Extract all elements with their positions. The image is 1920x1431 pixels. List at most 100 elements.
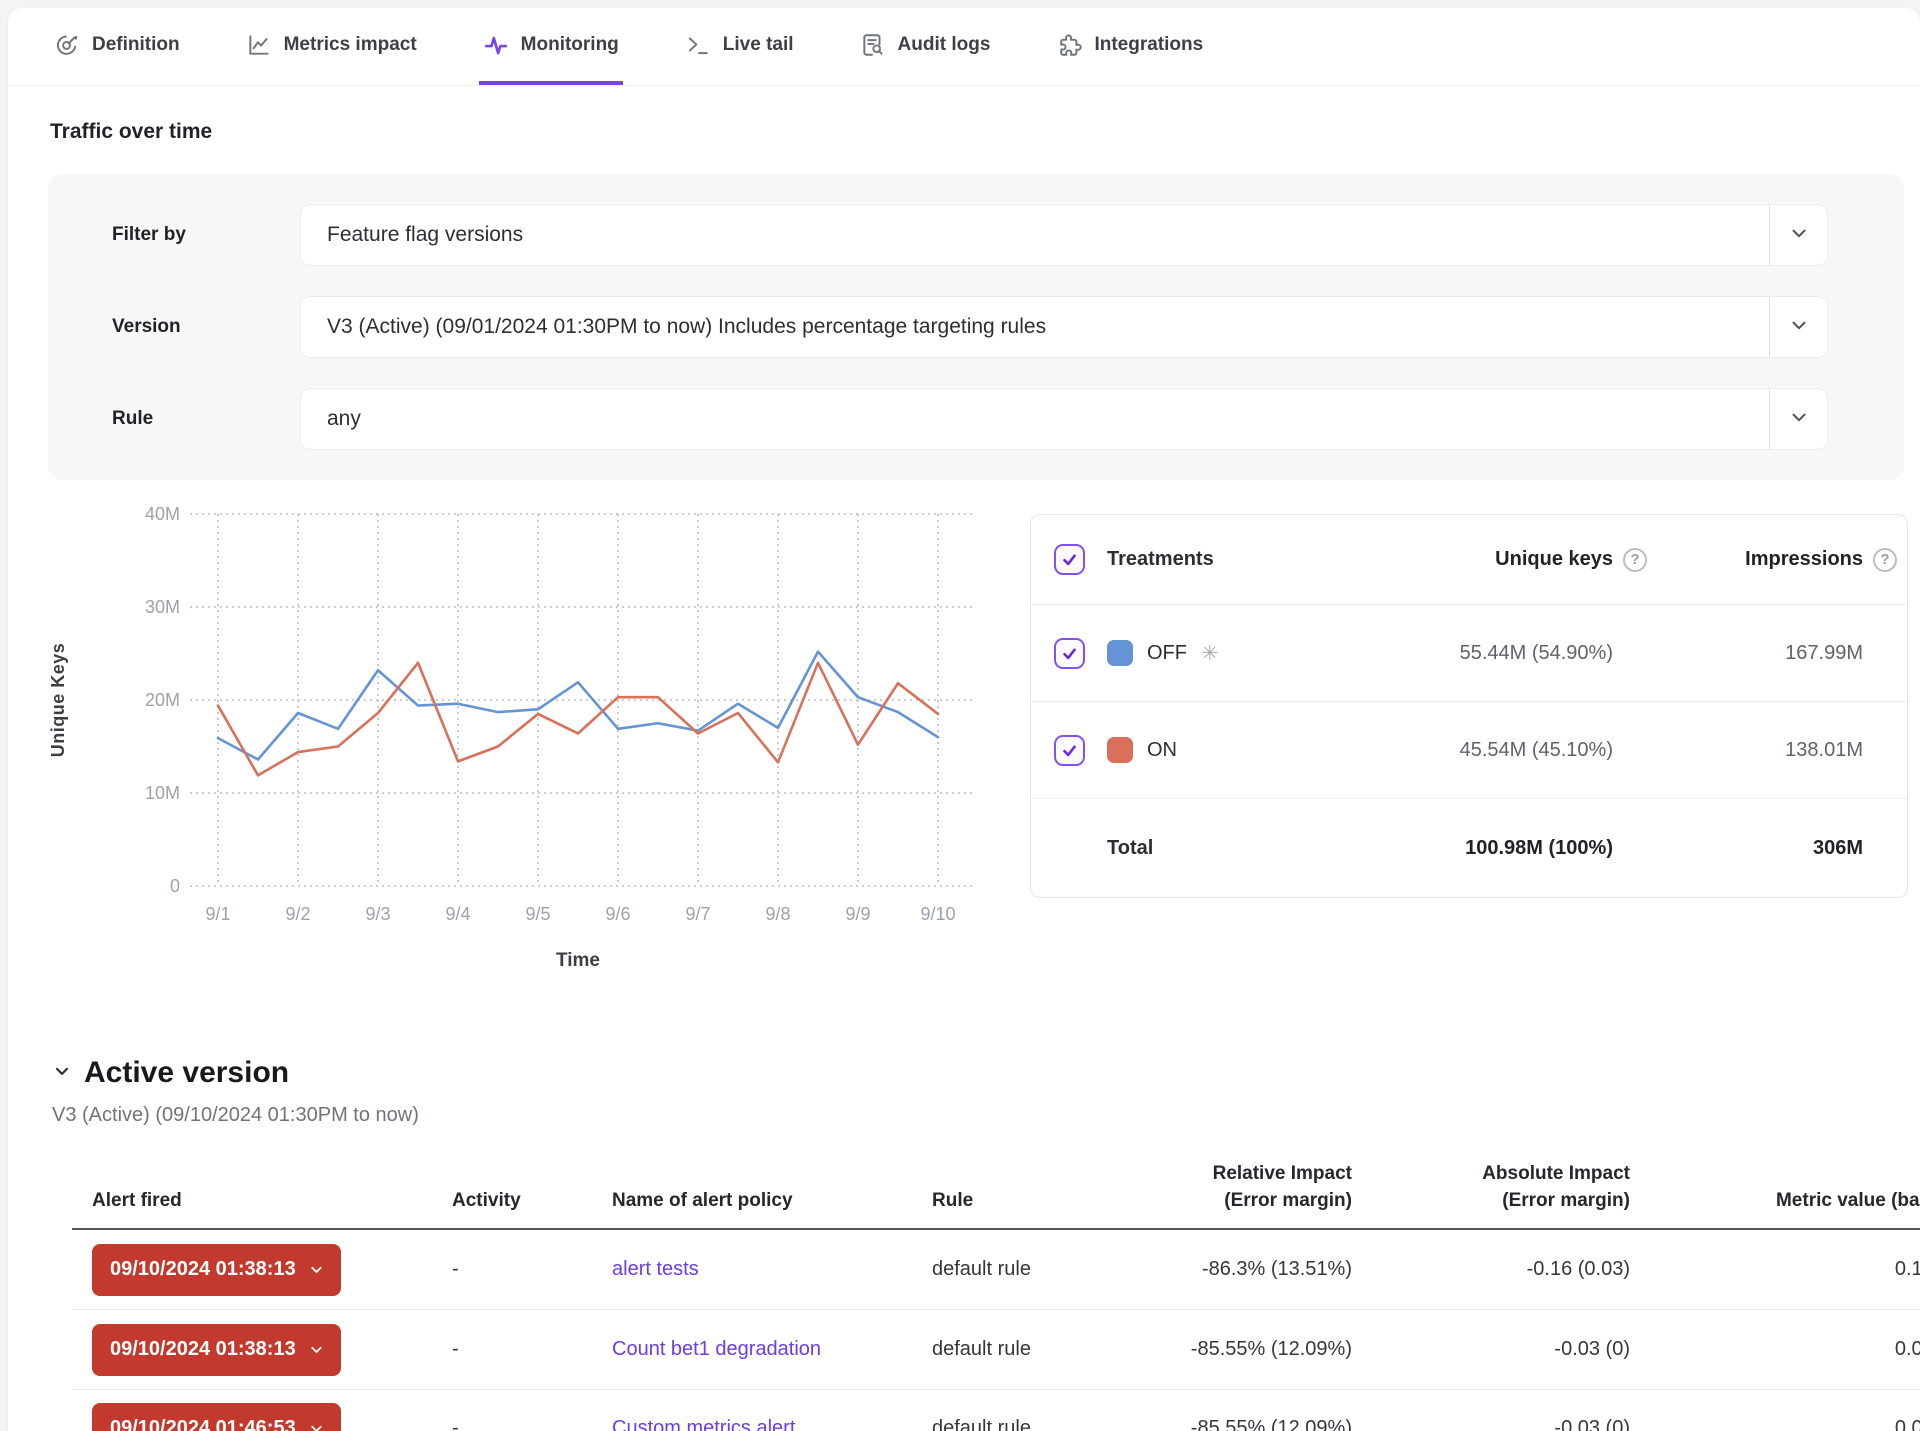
line-chart-icon (246, 32, 272, 58)
alert-policy-link[interactable]: alert tests (612, 1258, 699, 1280)
rule-value: any (301, 407, 1769, 431)
metric-value-cell: 0.03 ( (1630, 1338, 1920, 1361)
active-version-toggle[interactable]: Active version (52, 1056, 1920, 1090)
unique-keys-header-label: Unique keys (1495, 548, 1613, 571)
rule-cell: default rule (912, 1417, 1092, 1431)
alert-fired-badge[interactable]: 09/10/2024 01:46:53 (92, 1403, 341, 1431)
off-treatment-label: OFF (1147, 642, 1187, 665)
svg-text:9/3: 9/3 (365, 904, 390, 924)
tab-integrations-label: Integrations (1094, 34, 1203, 56)
help-icon[interactable]: ? (1873, 548, 1897, 572)
page-title: Traffic over time (50, 120, 1920, 144)
absolute-impact-cell: -0.03 (0) (1352, 1338, 1630, 1361)
tab-metrics-impact[interactable]: Metrics impact (242, 8, 421, 85)
svg-text:9/6: 9/6 (605, 904, 630, 924)
metric-value-cell: 0.03 ( (1630, 1417, 1920, 1431)
filter-by-caret[interactable] (1769, 205, 1827, 265)
off-unique-keys: 55.44M (54.90%) (1357, 642, 1657, 665)
table-row: 09/10/2024 01:38:13 - alert tests defaul… (72, 1230, 1920, 1310)
filter-by-select[interactable]: Feature flag versions (300, 204, 1828, 266)
tab-audit-logs-label: Audit logs (898, 34, 991, 56)
rule-select[interactable]: any (300, 388, 1828, 450)
off-impressions: 167.99M (1657, 642, 1907, 665)
rule-caret[interactable] (1769, 389, 1827, 449)
metric-value-cell: 0.19 ( (1630, 1258, 1920, 1281)
tab-definition[interactable]: Definition (50, 8, 184, 85)
treatments-header-row: Treatments Unique keys ? Impressions ? (1031, 515, 1907, 605)
svg-text:0: 0 (170, 876, 180, 896)
default-treatment-icon: ✳ (1201, 643, 1219, 664)
svg-text:30M: 30M (145, 597, 180, 617)
tab-definition-label: Definition (92, 34, 180, 56)
filter-panel: Filter by Feature flag versions Version … (48, 174, 1904, 480)
treatment-row-off: OFF ✳ 55.44M (54.90%) 167.99M (1031, 605, 1907, 702)
treatments-panel: Treatments Unique keys ? Impressions ? (1030, 514, 1908, 898)
tab-live-tail-label: Live tail (723, 34, 794, 56)
total-label: Total (1107, 837, 1357, 860)
filter-row-version: Version V3 (Active) (09/01/2024 01:30PM … (112, 296, 1904, 358)
active-version-subtitle: V3 (Active) (09/10/2024 01:30PM to now) (52, 1104, 1920, 1127)
on-unique-keys: 45.54M (45.10%) (1357, 739, 1657, 762)
chevron-down-icon (308, 1420, 325, 1431)
alert-fired-badge[interactable]: 09/10/2024 01:38:13 (92, 1244, 341, 1296)
off-checkbox[interactable] (1054, 638, 1085, 669)
col-policy: Name of alert policy (592, 1188, 912, 1215)
rule-cell: default rule (912, 1258, 1092, 1281)
alert-policy-link[interactable]: Custom metrics alert (612, 1417, 795, 1431)
tab-metrics-impact-label: Metrics impact (284, 34, 417, 56)
document-search-icon (860, 32, 886, 58)
on-treatment-label: ON (1147, 739, 1177, 762)
chevron-down-icon (52, 1061, 72, 1086)
version-caret[interactable] (1769, 297, 1827, 357)
active-version-title: Active version (84, 1056, 289, 1090)
alert-fired-timestamp: 09/10/2024 01:38:13 (110, 1338, 296, 1361)
alert-fired-timestamp: 09/10/2024 01:46:53 (110, 1417, 296, 1431)
rule-label: Rule (112, 408, 300, 430)
help-icon[interactable]: ? (1623, 548, 1647, 572)
svg-text:9/7: 9/7 (685, 904, 710, 924)
version-select[interactable]: V3 (Active) (09/01/2024 01:30PM to now) … (300, 296, 1828, 358)
svg-text:9/2: 9/2 (285, 904, 310, 924)
tab-integrations[interactable]: Integrations (1052, 8, 1207, 85)
total-unique-keys: 100.98M (100%) (1357, 837, 1657, 860)
col-absolute-impact-line2: (Error margin) (1352, 1188, 1630, 1215)
traffic-line-chart[interactable]: 010M20M30M40M9/19/29/39/49/59/69/79/89/9… (38, 494, 998, 1014)
relative-impact-cell: -85.55% (12.09%) (1092, 1338, 1352, 1361)
chevron-down-icon (1788, 222, 1810, 249)
svg-text:9/5: 9/5 (525, 904, 550, 924)
col-rule: Rule (912, 1188, 1092, 1215)
svg-text:9/1: 9/1 (205, 904, 230, 924)
alerts-table-header: Alert fired Activity Name of alert polic… (72, 1161, 1920, 1230)
tab-monitoring-label: Monitoring (521, 34, 619, 56)
svg-text:9/8: 9/8 (765, 904, 790, 924)
puzzle-icon (1056, 32, 1082, 58)
on-series-swatch (1107, 737, 1133, 763)
relative-impact-cell: -86.3% (13.51%) (1092, 1258, 1352, 1281)
svg-text:9/9: 9/9 (845, 904, 870, 924)
alert-fired-timestamp: 09/10/2024 01:38:13 (110, 1258, 296, 1281)
svg-text:Unique Keys: Unique Keys (48, 643, 68, 758)
alert-fired-badge[interactable]: 09/10/2024 01:38:13 (92, 1324, 341, 1376)
svg-text:10M: 10M (145, 783, 180, 803)
tab-bar: Definition Metrics impact Monitoring Liv… (8, 8, 1920, 86)
tab-monitoring[interactable]: Monitoring (479, 8, 623, 85)
alert-policy-link[interactable]: Count bet1 degradation (612, 1338, 821, 1360)
col-absolute-impact: Absolute Impact (Error margin) (1352, 1161, 1630, 1214)
svg-text:Time: Time (556, 950, 600, 971)
col-relative-impact-line1: Relative Impact (1092, 1161, 1352, 1188)
version-value: V3 (Active) (09/01/2024 01:30PM to now) … (301, 315, 1769, 339)
table-row: 09/10/2024 01:38:13 - Count bet1 degrada… (72, 1310, 1920, 1390)
col-metric-value: Metric value (basel (1630, 1188, 1920, 1215)
relative-impact-cell: -85.55% (12.09%) (1092, 1417, 1352, 1431)
tab-live-tail[interactable]: Live tail (681, 8, 798, 85)
impressions-column-header: Impressions ? (1657, 548, 1907, 572)
on-checkbox[interactable] (1054, 735, 1085, 766)
col-relative-impact-line2: (Error margin) (1092, 1188, 1352, 1215)
filter-row-filter-by: Filter by Feature flag versions (112, 204, 1904, 266)
select-all-checkbox[interactable] (1054, 544, 1085, 575)
chevron-down-icon (1788, 314, 1810, 341)
svg-text:20M: 20M (145, 690, 180, 710)
terminal-icon (685, 32, 711, 58)
tab-audit-logs[interactable]: Audit logs (856, 8, 995, 85)
pulse-icon (483, 32, 509, 58)
